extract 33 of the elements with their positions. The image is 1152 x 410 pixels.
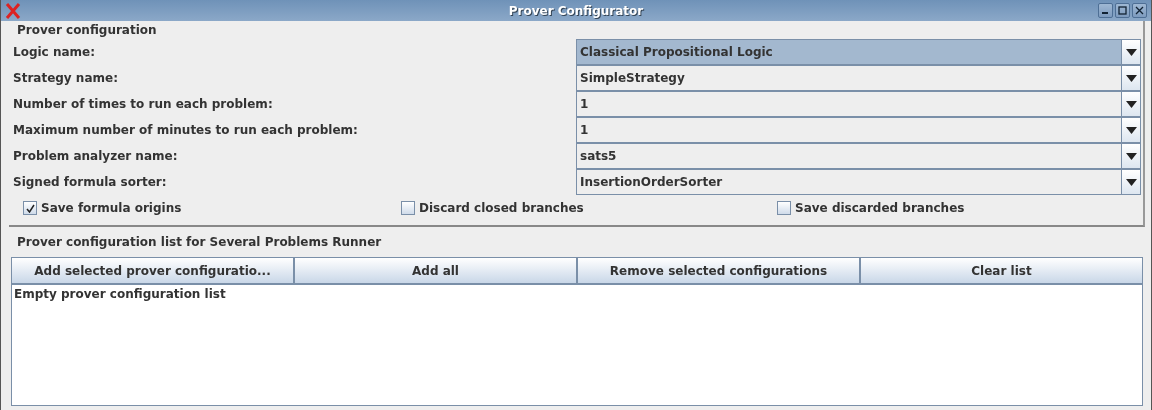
x-icon <box>5 2 21 19</box>
list-action-button[interactable]: Add all <box>294 257 577 284</box>
field-label: Signed formula sorter: <box>12 175 168 189</box>
dropdown[interactable]: InsertionOrderSorter <box>576 169 1141 195</box>
field-label: Problem analyzer name: <box>12 149 179 163</box>
window-title: Prover Configurator <box>508 3 644 18</box>
caret-icon[interactable] <box>1125 152 1137 160</box>
checkbox[interactable] <box>23 201 37 215</box>
field-label: Logic name: <box>12 45 96 59</box>
checkbox-label[interactable]: Save formula origins <box>41 201 182 215</box>
group-title: Prover configuration <box>16 22 158 39</box>
caret-icon[interactable] <box>1125 74 1137 82</box>
list-action-button[interactable]: Clear list <box>860 257 1143 284</box>
checkbox[interactable] <box>401 201 415 215</box>
caret-icon[interactable] <box>1125 178 1137 186</box>
dropdown[interactable]: 1 <box>576 91 1141 117</box>
field-label: Maximum number of minutes to run each problem: <box>12 123 359 137</box>
list-action-button[interactable]: Remove selected configurations <box>577 257 860 284</box>
caret-icon[interactable] <box>1125 100 1137 108</box>
empty-message: Empty prover configuration list <box>14 287 226 301</box>
caret-icon[interactable] <box>1125 126 1137 134</box>
field-label: Number of times to run each problem: <box>12 97 274 111</box>
checkbox-label[interactable]: Save discarded branches <box>795 201 965 215</box>
caret-icon[interactable] <box>1125 48 1137 56</box>
dropdown[interactable]: 1 <box>576 117 1141 143</box>
checkbox[interactable] <box>777 201 791 215</box>
dropdown[interactable]: sats5 <box>576 143 1141 169</box>
dropdown[interactable]: Classical Propositional Logic <box>576 39 1141 65</box>
checkbox-label[interactable]: Discard closed branches <box>419 201 584 215</box>
list-action-button[interactable]: Add selected prover configuratio... <box>11 257 294 284</box>
dropdown[interactable]: SimpleStrategy <box>576 65 1141 91</box>
field-label: Strategy name: <box>12 71 119 85</box>
group-title: Prover configuration list for Several Problems Runner <box>16 234 383 251</box>
